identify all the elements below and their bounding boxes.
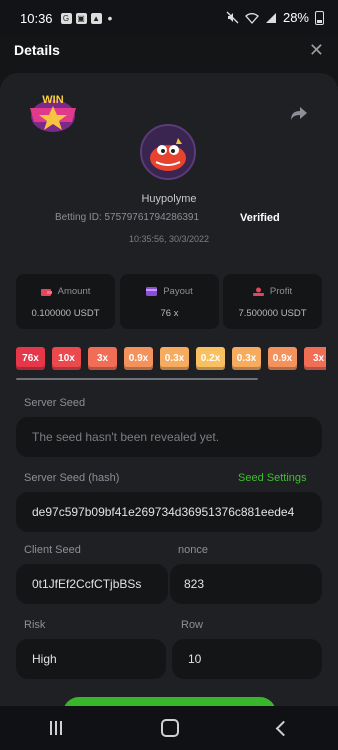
system-nav-bar	[0, 706, 338, 750]
multiplier-chip: 3x	[304, 347, 326, 370]
stat-amount-label: Amount	[57, 286, 91, 297]
wifi-icon	[245, 12, 259, 24]
recent-apps-icon[interactable]	[49, 721, 62, 735]
row-field[interactable]: 10	[172, 639, 322, 679]
multiplier-chip: 0.9x	[124, 347, 153, 370]
money-hand-icon	[252, 287, 264, 296]
back-icon[interactable]	[275, 720, 291, 736]
verified-label: Verified	[240, 212, 280, 224]
dragon-avatar-icon	[142, 126, 194, 178]
nonce-label: nonce	[178, 544, 208, 556]
stat-profit-label: Profit	[269, 286, 293, 297]
close-button[interactable]: ✕	[309, 40, 324, 61]
multiplier-chip: 0.3x	[160, 347, 189, 370]
stat-profit-value: 7.500000 USDT	[238, 308, 307, 319]
stat-amount: Amount 0.100000 USDT	[16, 274, 115, 329]
battery-percent: 28%	[282, 10, 309, 25]
row-label: Row	[181, 619, 204, 631]
risk-label: Risk	[24, 619, 46, 631]
multiplier-chip: 0.3x	[232, 347, 261, 370]
server-seed-hash-field[interactable]: de97c597b09bf41e269734d36951376c881eede4	[16, 492, 322, 532]
multiplier-chip: 0.9x	[268, 347, 297, 370]
server-seed-field[interactable]: The seed hasn't been revealed yet.	[16, 417, 322, 457]
notification-app-icon: G	[60, 12, 72, 24]
status-notification-icons: G ▣ ▲ •	[60, 10, 113, 26]
status-right: 28%	[226, 10, 324, 25]
share-icon[interactable]	[290, 104, 308, 122]
avatar	[140, 124, 196, 180]
multiplier-row[interactable]: 76x 10x 3x 0.9x 0.3x 0.2x 0.3x 0.9x 3x	[16, 347, 326, 373]
client-seed-field[interactable]: 0t1JfEf2CcfCTjbBSs	[16, 564, 168, 604]
stat-payout: Payout 76 x	[120, 274, 219, 329]
battery-icon	[315, 10, 324, 25]
multiplier-chip: 3x	[88, 347, 117, 370]
status-time: 10:36	[20, 10, 53, 26]
card-icon	[146, 287, 158, 296]
home-icon[interactable]	[160, 719, 179, 737]
wallet-icon	[40, 289, 52, 296]
client-seed-label: Client Seed	[24, 544, 81, 556]
mute-icon	[226, 11, 239, 24]
risk-field[interactable]: High	[16, 639, 166, 679]
multiplier-chip: 0.2x	[196, 347, 225, 370]
win-badge-text: WIN	[42, 94, 63, 106]
notification-image-icon: ▣	[75, 12, 87, 24]
stat-payout-label: Payout	[163, 286, 193, 297]
bet-timestamp: 10:35:56, 30/3/2022	[128, 234, 210, 244]
signal-icon	[265, 12, 276, 23]
notification-gallery-icon: ▲	[90, 12, 102, 24]
server-seed-hash-label: Server Seed (hash)	[24, 472, 120, 484]
notification-dot-icon: •	[107, 10, 113, 26]
seed-settings-link[interactable]: Seed Settings	[238, 472, 307, 484]
betting-id: Betting ID: 57579761794286391	[55, 212, 200, 223]
status-bar: 10:36 G ▣ ▲ • 28%	[0, 0, 338, 36]
page-title: Details	[14, 42, 60, 58]
multiplier-chip: 10x	[52, 347, 81, 370]
stat-profit: Profit 7.500000 USDT	[223, 274, 322, 329]
server-seed-label: Server Seed	[24, 397, 86, 409]
win-badge-icon: WIN	[30, 94, 76, 132]
stat-payout-value: 76 x	[160, 308, 179, 319]
multiplier-scrollbar[interactable]	[16, 378, 258, 380]
stat-amount-value: 0.100000 USDT	[31, 308, 100, 319]
nonce-field[interactable]: 823	[170, 564, 322, 604]
details-header: Details ✕	[0, 36, 338, 66]
multiplier-chip: 76x	[16, 347, 45, 370]
username: Huypolyme	[141, 193, 197, 205]
